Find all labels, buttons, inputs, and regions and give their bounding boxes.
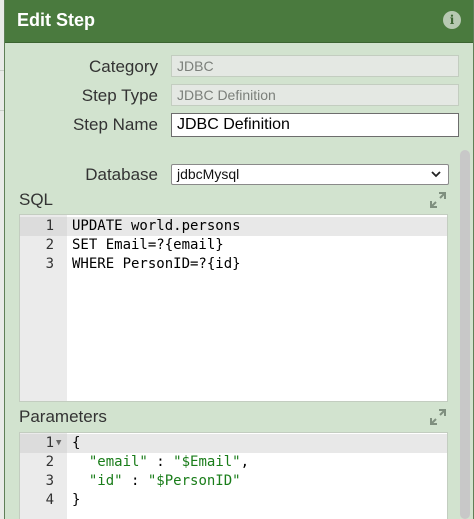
dialog-titlebar[interactable]: Edit Step i (5, 0, 473, 43)
expand-icon[interactable] (429, 191, 447, 209)
step-type-row: Step Type JDBC Definition (5, 84, 473, 108)
sql-line: 1 UPDATE world.persons (20, 217, 447, 236)
parameters-code: "id" : "$PersonID" (72, 472, 241, 491)
line-number: 3 (45, 473, 54, 489)
step-name-row: Step Name JDBC Definition (5, 113, 473, 137)
json-key: "id" (88, 473, 123, 489)
sql-line: 2 SET Email=?{email} (20, 236, 447, 255)
parameters-line: 4 } (20, 491, 447, 510)
dialog-scrollbar[interactable] (460, 150, 470, 519)
json-separator: : (122, 473, 148, 489)
chevron-down-icon (431, 171, 441, 178)
parameters-code: "email" : "$Email", (72, 453, 249, 472)
parameters-line: 1 ▼ { (20, 434, 447, 453)
json-key: "email" (88, 454, 148, 470)
parameters-code: } (72, 492, 81, 508)
parameters-code: { (72, 435, 81, 451)
line-number: 1 (20, 217, 67, 236)
dialog-title: Edit Step (17, 10, 96, 30)
edit-step-dialog: Edit Step i Category JDBC Step Type JDBC… (4, 0, 474, 519)
json-value: "$Email" (173, 454, 241, 470)
parameters-label: Parameters (19, 407, 107, 426)
sql-label: SQL (19, 190, 54, 209)
sql-code: SET Email=?{email} (72, 237, 224, 253)
json-separator: : (147, 454, 174, 470)
json-value: "$PersonID" (147, 473, 241, 489)
line-number: 2 (45, 454, 54, 470)
parameters-line: 3 "id" : "$PersonID" (20, 472, 447, 491)
category-row: Category JDBC (5, 55, 473, 79)
sql-line: 3 WHERE PersonID=?{id} (20, 255, 447, 274)
fold-arrow-icon[interactable]: ▼ (56, 434, 61, 453)
database-row: Database jdbcMysql (5, 163, 473, 187)
step-type-label: Step Type (81, 86, 158, 105)
step-type-field: JDBC Definition (171, 84, 459, 106)
database-select[interactable]: jdbcMysql (171, 164, 449, 185)
parameters-editor[interactable]: 1 ▼ { 2 "email" : "$Email", 3 "id" : "$P… (19, 432, 448, 519)
category-field: JDBC (171, 55, 459, 77)
database-label: Database (85, 165, 158, 184)
database-selected-value: jdbcMysql (177, 166, 240, 182)
line-number: 4 (45, 492, 54, 508)
category-label: Category (89, 57, 158, 76)
step-name-label: Step Name (72, 115, 158, 134)
info-icon[interactable]: i (443, 11, 461, 29)
expand-icon[interactable] (429, 408, 447, 426)
step-name-input[interactable]: JDBC Definition (171, 113, 459, 137)
parameters-line: 2 "email" : "$Email", (20, 453, 447, 472)
sql-code: UPDATE world.persons (72, 218, 241, 234)
sql-editor[interactable]: 1 UPDATE world.persons 2 SET Email=?{ema… (19, 214, 448, 402)
line-number: 3 (45, 256, 54, 272)
line-number: 2 (45, 237, 54, 253)
json-comma: , (240, 454, 250, 470)
sql-code: WHERE PersonID=?{id} (72, 256, 241, 272)
